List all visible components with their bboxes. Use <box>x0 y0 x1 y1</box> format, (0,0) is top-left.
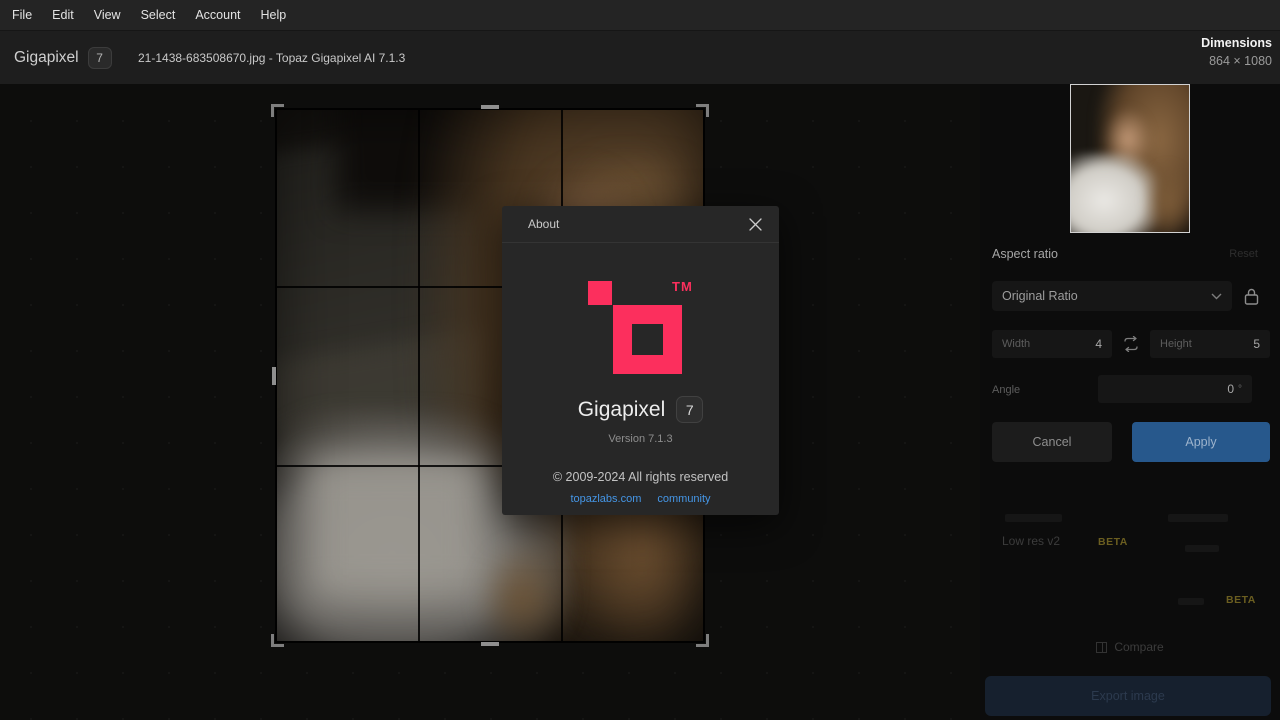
menu-bar: File Edit View Select Account Help <box>0 0 1280 30</box>
about-copyright: © 2009-2024 All rights reserved <box>502 470 779 484</box>
height-label: Height <box>1160 338 1253 350</box>
dimensions-value: 864 × 1080 <box>1201 54 1272 68</box>
about-version-text: Version 7.1.3 <box>502 433 779 445</box>
menu-edit[interactable]: Edit <box>52 8 74 22</box>
aspect-ratio-dropdown[interactable]: Original Ratio <box>992 281 1232 311</box>
disabled-value-bar <box>1178 598 1204 605</box>
menu-select[interactable]: Select <box>141 8 176 22</box>
crop-handle-bottom[interactable] <box>481 642 499 646</box>
reset-button: Reset <box>1229 248 1258 260</box>
close-icon <box>748 217 763 232</box>
disabled-value-bar <box>1185 545 1219 552</box>
about-version-badge: 7 <box>676 396 703 423</box>
crop-grid-line <box>418 110 420 641</box>
app-version-badge: 7 <box>88 47 112 69</box>
swap-dimensions-button[interactable] <box>1120 334 1142 354</box>
app-window: File Edit View Select Account Help ✕ Gig… <box>0 0 1280 720</box>
export-button: Export image <box>985 676 1271 716</box>
dimensions-readout: Dimensions 864 × 1080 <box>1201 36 1272 68</box>
disabled-label-bar <box>1168 514 1228 522</box>
about-dialog-title: About <box>528 217 745 231</box>
community-link[interactable]: community <box>657 493 710 505</box>
lock-ratio-button[interactable] <box>1240 285 1262 307</box>
about-close-button[interactable] <box>745 214 765 234</box>
angle-label: Angle <box>992 384 1020 396</box>
angle-unit: ° <box>1238 384 1242 395</box>
width-label: Width <box>1002 338 1095 350</box>
model-value: Low res v2 <box>1002 534 1060 548</box>
beta-badge: BETA <box>1226 594 1256 606</box>
compare-button: Compare <box>980 640 1280 654</box>
dimensions-label: Dimensions <box>1201 36 1272 50</box>
compare-icon <box>1096 642 1107 653</box>
menu-help[interactable]: Help <box>261 8 287 22</box>
about-links: topazlabs.com community <box>502 493 779 505</box>
crop-handle-left[interactable] <box>272 367 276 385</box>
navigator-thumbnail[interactable] <box>1070 84 1190 233</box>
lock-icon <box>1243 287 1260 306</box>
crop-handle-bottom-left[interactable] <box>271 634 284 647</box>
cancel-button[interactable]: Cancel <box>992 422 1112 462</box>
aspect-ratio-value: Original Ratio <box>1002 289 1211 303</box>
topaz-logo: TM <box>588 281 698 381</box>
swap-icon <box>1122 336 1140 352</box>
document-title: 21-1438-683508670.jpg - Topaz Gigapixel … <box>138 31 405 85</box>
logo-large-square <box>613 305 682 374</box>
chevron-down-icon <box>1211 293 1222 300</box>
beta-badge: BETA <box>1098 536 1128 548</box>
angle-field[interactable]: 0 ° <box>1098 375 1252 403</box>
menu-view[interactable]: View <box>94 8 121 22</box>
apply-button[interactable]: Apply <box>1132 422 1270 462</box>
logo-small-square <box>588 281 612 305</box>
trademark-label: TM <box>672 279 693 294</box>
angle-value: 0 <box>1227 382 1234 396</box>
height-value: 5 <box>1253 337 1260 351</box>
menu-account[interactable]: Account <box>195 8 240 22</box>
about-app-row: Gigapixel 7 <box>502 396 779 423</box>
aspect-ratio-title: Aspect ratio <box>992 247 1058 261</box>
height-field[interactable]: Height 5 <box>1150 330 1270 358</box>
topazlabs-link[interactable]: topazlabs.com <box>570 493 641 505</box>
width-value: 4 <box>1095 337 1102 351</box>
about-dialog-header: About <box>502 206 779 243</box>
about-app-name: Gigapixel <box>578 398 666 422</box>
title-bar: Gigapixel 7 21-1438-683508670.jpg - Topa… <box>0 30 1280 84</box>
compare-label: Compare <box>1114 640 1163 654</box>
crop-handle-bottom-right[interactable] <box>696 634 709 647</box>
crop-handle-top[interactable] <box>481 105 499 109</box>
menu-file[interactable]: File <box>12 8 32 22</box>
width-field[interactable]: Width 4 <box>992 330 1112 358</box>
right-panel: Aspect ratio Reset Original Ratio Width … <box>980 84 1280 720</box>
crop-handle-top-right[interactable] <box>696 104 709 117</box>
disabled-label-bar <box>1005 514 1062 522</box>
app-logo: Gigapixel 7 <box>14 31 112 85</box>
app-name: Gigapixel <box>14 49 79 67</box>
about-dialog: About TM Gigapixel 7 Version 7.1.3 © 200… <box>502 206 779 515</box>
image-canvas <box>0 84 980 720</box>
crop-handle-top-left[interactable] <box>271 104 284 117</box>
export-label: Export image <box>1091 689 1165 703</box>
